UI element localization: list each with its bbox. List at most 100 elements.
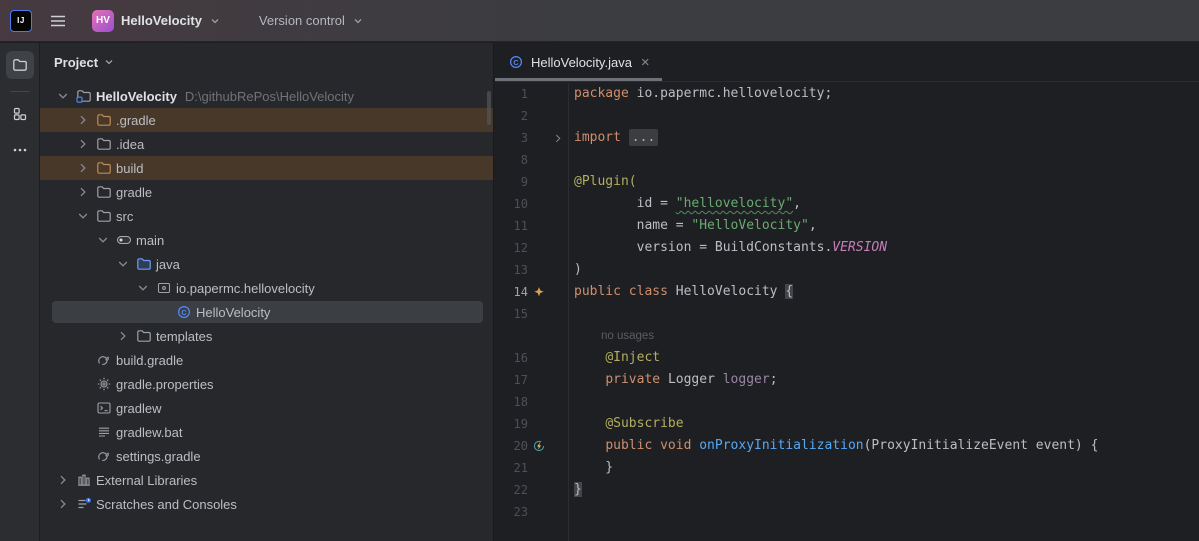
editor-tab-hellovelocity[interactable]: C HelloVelocity.java × xyxy=(495,43,662,81)
editor-gutter: 2 xyxy=(495,105,568,127)
line-number[interactable]: 12 xyxy=(495,237,528,259)
line-number[interactable]: 16 xyxy=(495,347,528,369)
tree-item-gradle[interactable]: gradle xyxy=(40,180,493,204)
line-number[interactable]: 11 xyxy=(495,215,528,237)
textfile-icon xyxy=(96,424,112,440)
editor-gutter: 21 xyxy=(495,457,568,479)
line-number[interactable]: 22 xyxy=(495,479,528,501)
code-line-text[interactable]: @Subscribe xyxy=(568,413,684,435)
line-number[interactable]: 1 xyxy=(495,83,528,105)
tool-window-project-button[interactable] xyxy=(6,51,34,79)
main-menu-button[interactable] xyxy=(40,6,76,36)
tree-item-idea[interactable]: .idea xyxy=(40,132,493,156)
chevron-right-icon[interactable] xyxy=(56,497,76,511)
code-line-text[interactable]: id = "hellovelocity", xyxy=(568,193,801,215)
code-line: 23 xyxy=(495,501,1199,523)
gutter-spacer xyxy=(550,369,566,391)
code-line-text[interactable]: @Inject xyxy=(568,347,660,369)
line-number[interactable]: 18 xyxy=(495,391,528,413)
tree-item-build-gradle[interactable]: build.gradle xyxy=(40,348,493,372)
line-number[interactable]: 21 xyxy=(495,457,528,479)
line-number[interactable]: 8 xyxy=(495,149,528,171)
line-number[interactable]: 10 xyxy=(495,193,528,215)
code-line-text[interactable]: ) xyxy=(568,259,582,281)
chevron-right-icon[interactable] xyxy=(116,329,136,343)
gutter-spacer xyxy=(550,501,566,523)
tree-item-gradle[interactable]: .gradle xyxy=(40,108,493,132)
code-token: Logger xyxy=(668,372,723,387)
tree-item-hellovelocity[interactable]: HelloVelocityD:\githubRePos\HelloVelocit… xyxy=(40,84,493,108)
code-line-text[interactable]: name = "HelloVelocity", xyxy=(568,215,817,237)
tree-item-java[interactable]: java xyxy=(40,252,493,276)
code-token: (ProxyInitializeEvent event) { xyxy=(864,438,1099,453)
tree-item-external-libraries[interactable]: External Libraries xyxy=(40,468,493,492)
chevron-down-icon[interactable] xyxy=(76,209,96,223)
code-line-text[interactable]: } xyxy=(568,457,613,479)
code-line-text[interactable]: import ... xyxy=(568,127,658,149)
code-line-text[interactable]: @Plugin( xyxy=(568,171,637,193)
code-line: 21 } xyxy=(495,457,1199,479)
line-number[interactable]: 15 xyxy=(495,303,528,325)
tree-item-gradle-properties[interactable]: gradle.properties xyxy=(40,372,493,396)
code-line-text[interactable]: public class HelloVelocity { xyxy=(568,281,793,303)
tree-item-templates[interactable]: templates xyxy=(40,324,493,348)
code-token: id = xyxy=(574,196,676,211)
tool-window-stripe xyxy=(0,43,40,541)
code-line-text[interactable]: } xyxy=(568,479,582,501)
code-line-text[interactable]: version = BuildConstants.VERSION xyxy=(568,237,887,259)
vcs-widget[interactable]: Version control xyxy=(237,6,372,36)
tree-item-label: io.papermc.hellovelocity xyxy=(176,281,315,296)
line-number[interactable]: 23 xyxy=(495,501,528,523)
fold-arrow-icon[interactable] xyxy=(550,127,566,149)
tree-item-hellovelocity[interactable]: CHelloVelocity xyxy=(40,300,493,324)
code-line-text[interactable]: package io.papermc.hellovelocity; xyxy=(568,83,832,105)
chevron-right-icon[interactable] xyxy=(76,185,96,199)
chevron-right-icon[interactable] xyxy=(76,161,96,175)
line-number[interactable]: 2 xyxy=(495,105,528,127)
line-number[interactable]: 9 xyxy=(495,171,528,193)
gutter-spacer xyxy=(550,303,566,325)
intellij-logo-icon[interactable]: IJ xyxy=(10,10,32,32)
tree-item-build[interactable]: build xyxy=(40,156,493,180)
tree-item-main[interactable]: main xyxy=(40,228,493,252)
project-view-header[interactable]: Project xyxy=(40,43,493,81)
tree-item-settings-gradle[interactable]: settings.gradle xyxy=(40,444,493,468)
library-icon xyxy=(76,472,92,488)
line-number[interactable]: 3 xyxy=(495,127,528,149)
svg-text:C: C xyxy=(513,58,519,67)
tool-window-structure-button[interactable] xyxy=(6,100,34,128)
code-line-text[interactable]: public void onProxyInitialization(ProxyI… xyxy=(568,435,1098,457)
event-listener-gutter-icon[interactable] xyxy=(528,435,550,457)
project-widget[interactable]: HV HelloVelocity xyxy=(84,6,229,36)
code-editor[interactable]: 1 package io.papermc.hellovelocity; 23 impo… xyxy=(495,83,1199,541)
tree-item-scratches-and-consoles[interactable]: Scratches and Consoles xyxy=(40,492,493,516)
tree-item-src[interactable]: src xyxy=(40,204,493,228)
tree-scrollbar[interactable] xyxy=(487,91,491,125)
tool-window-more-button[interactable] xyxy=(6,136,34,164)
chevron-right-icon[interactable] xyxy=(56,473,76,487)
code-line-text[interactable]: private Logger logger; xyxy=(568,369,778,391)
gutter-spacer xyxy=(550,259,566,281)
tree-item-io-papermc-hellovelocity[interactable]: io.papermc.hellovelocity xyxy=(40,276,493,300)
gutter-spacer xyxy=(550,479,566,501)
line-number[interactable]: 14 xyxy=(495,281,528,303)
chevron-right-icon[interactable] xyxy=(76,137,96,151)
tree-item-gradlew-bat[interactable]: gradlew.bat xyxy=(40,420,493,444)
chevron-down-icon[interactable] xyxy=(116,257,136,271)
inlay-hint[interactable]: no usages xyxy=(568,325,654,347)
tree-item-gradlew[interactable]: gradlew xyxy=(40,396,493,420)
gutter-spacer xyxy=(528,325,550,347)
plugin-gutter-icon[interactable] xyxy=(528,281,550,303)
code-token: } xyxy=(574,460,613,475)
tree-item-label: .gradle xyxy=(116,113,156,128)
chevron-down-icon[interactable] xyxy=(136,281,156,295)
line-number[interactable]: 17 xyxy=(495,369,528,391)
line-number[interactable]: 19 xyxy=(495,413,528,435)
chevron-right-icon[interactable] xyxy=(76,113,96,127)
chevron-down-icon[interactable] xyxy=(56,89,76,103)
code-token xyxy=(574,372,605,387)
line-number[interactable]: 13 xyxy=(495,259,528,281)
chevron-down-icon[interactable] xyxy=(96,233,116,247)
close-icon[interactable]: × xyxy=(639,55,652,70)
line-number[interactable]: 20 xyxy=(495,435,528,457)
